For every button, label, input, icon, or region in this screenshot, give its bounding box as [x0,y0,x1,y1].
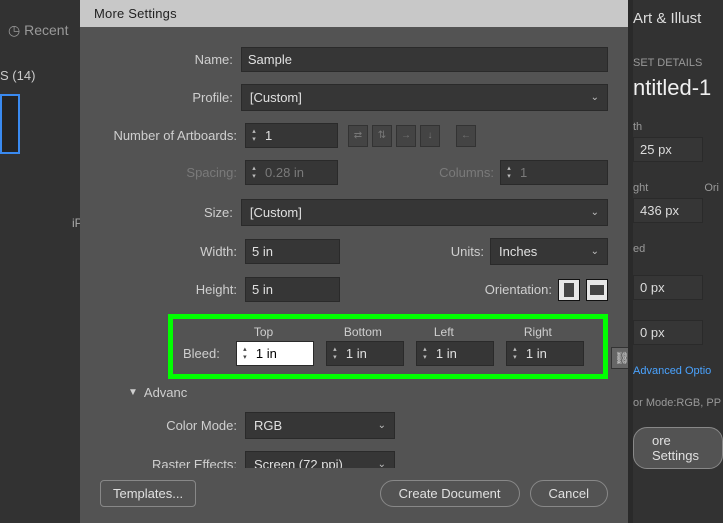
arrange-row-icon[interactable]: → [396,125,416,147]
orientation-label: Orientation: [485,282,558,297]
doc-title[interactable]: ntitled-1 [633,69,723,101]
triangle-down-icon: ▼ [128,387,138,398]
units-value: Inches [499,244,537,259]
more-settings-dialog: More Settings Name: Profile: [Custom] ⌄ … [80,0,628,523]
height-input[interactable] [245,277,340,302]
bleed-label-partial: ed [633,223,723,255]
spacing-label: Spacing: [100,165,245,180]
chevron-down-icon: ⌄ [378,459,386,468]
dialog-title: More Settings [80,0,628,27]
orientation-landscape-button[interactable] [586,279,608,301]
size-dropdown[interactable]: [Custom] ⌄ [241,199,608,226]
recent-icon: ◷ Recent [8,22,68,39]
bleed-right-label: Right [524,325,584,339]
bleed-bottom-label: Bottom [344,325,404,339]
create-document-button[interactable]: Create Document [380,480,520,507]
bleed-section: Bleed: Top ▴▾ 1 in Bottom ▴▾ 1 in [168,314,608,379]
advanced-disclosure[interactable]: ▼ Advanc [128,385,608,400]
panel-height-input[interactable]: 436 px [633,198,703,223]
chevron-down-icon: ⌄ [591,207,599,218]
units-dropdown[interactable]: Inches ⌄ [490,238,608,265]
bleed-top-stepper[interactable]: ▴▾ 1 in [236,341,314,366]
bleed-top-label: Top [254,325,314,339]
spacing-stepper: ▴▾ 0.28 in [245,160,338,185]
name-label: Name: [100,52,241,67]
bleed-left-stepper[interactable]: ▴▾ 1 in [416,341,494,366]
raster-label: Raster Effects: [100,457,245,468]
chevron-down-icon: ⌄ [591,92,599,103]
advanced-label: Advanc [144,385,187,400]
chevron-down-icon: ⌄ [591,246,599,257]
raster-value: Screen (72 ppi) [254,457,343,468]
panel-width-input[interactable]: 25 px [633,137,703,162]
bleed-left-label: Left [434,325,494,339]
panel-title: Art & Illust [633,0,723,27]
panel-bleed1-input[interactable]: 0 px [633,275,703,300]
size-label: Size: [100,205,241,220]
templates-button[interactable]: Templates... [100,480,196,507]
color-mode-text: or Mode:RGB, PP [633,377,723,409]
chevron-down-icon: ⌄ [378,420,386,431]
height-label-partial: ght [633,162,648,194]
colormode-value: RGB [254,418,282,433]
advanced-options-link[interactable]: Advanced Optio [633,345,723,377]
arrange-grid-col-icon[interactable]: ⇅ [372,125,392,147]
preset-thumbnail-active[interactable] [0,94,20,154]
name-input[interactable] [241,47,608,72]
filter-label: S (14) [0,68,35,83]
artboards-label: Number of Artboards: [100,128,245,143]
width-input[interactable] [245,239,340,264]
profile-label: Profile: [100,90,241,105]
bleed-label: Bleed: [183,346,224,366]
raster-dropdown[interactable]: Screen (72 ppi) ⌄ [245,451,395,468]
profile-dropdown[interactable]: [Custom] ⌄ [241,84,608,111]
width-label: Width: [100,244,245,259]
colormode-label: Color Mode: [100,418,245,433]
more-settings-button[interactable]: ore Settings [633,427,723,469]
bleed-right-stepper[interactable]: ▴▾ 1 in [506,341,584,366]
height-label: Height: [100,282,245,297]
orientation-portrait-button[interactable] [558,279,580,301]
arrange-col-icon[interactable]: ↓ [420,125,440,147]
bleed-bottom-stepper[interactable]: ▴▾ 1 in [326,341,404,366]
size-value: [Custom] [250,205,302,220]
orientation-label-partial: Ori [704,162,723,194]
columns-stepper: ▴▾ 1 [500,160,608,185]
arrange-rtl-icon[interactable]: ← [456,125,476,147]
width-label-partial: th [633,101,723,133]
preset-details-label: SET DETAILS [633,27,723,69]
link-bleed-icon[interactable]: ⛓ [611,347,628,369]
cancel-button[interactable]: Cancel [530,480,608,507]
units-label: Units: [451,244,490,259]
artboards-stepper[interactable]: ▴▾ 1 [245,123,338,148]
arrange-grid-row-icon[interactable]: ⇄ [348,125,368,147]
colormode-dropdown[interactable]: RGB ⌄ [245,412,395,439]
panel-bleed2-input[interactable]: 0 px [633,320,703,345]
profile-value: [Custom] [250,90,302,105]
columns-label: Columns: [439,165,500,180]
